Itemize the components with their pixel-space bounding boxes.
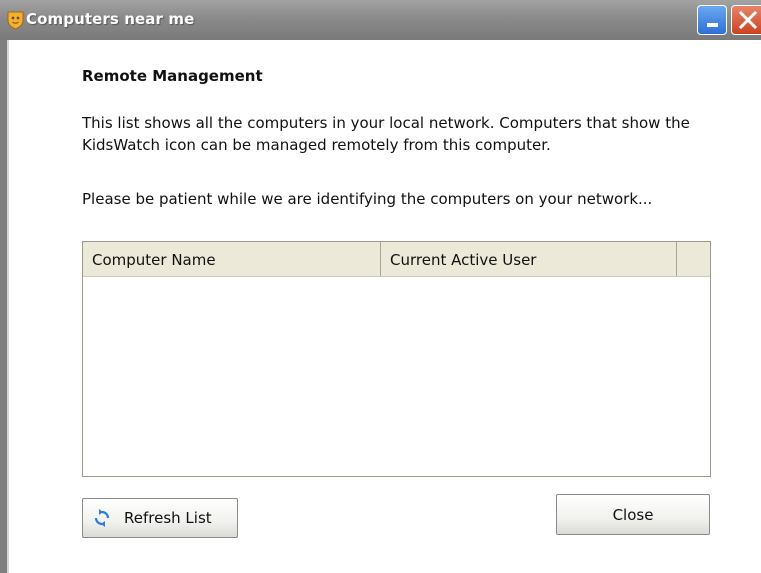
title-bar[interactable]: Computers near me [0, 0, 761, 40]
refresh-list-button[interactable]: Refresh List [82, 498, 238, 538]
window-frame-left-edge [7, 40, 9, 573]
close-button[interactable]: Close [556, 494, 710, 535]
column-header-computer-name[interactable]: Computer Name [83, 242, 381, 276]
list-header: Computer Name Current Active User [83, 242, 710, 277]
close-icon [739, 11, 757, 29]
refresh-list-label: Refresh List [124, 509, 212, 527]
close-window-button[interactable] [731, 5, 761, 35]
description-text: This list shows all the computers in you… [82, 114, 690, 154]
kidswatch-shield-icon [7, 11, 24, 30]
list-body[interactable] [83, 277, 710, 476]
section-heading: Remote Management [82, 67, 263, 85]
status-message: Please be patient while we are identifyi… [82, 190, 653, 208]
refresh-icon [94, 509, 110, 527]
column-header-current-active-user[interactable]: Current Active User [381, 242, 677, 276]
minimize-icon [707, 23, 718, 27]
computers-near-me-window: Computers near me Remote Management This… [0, 0, 761, 573]
window-title: Computers near me [26, 10, 195, 28]
minimize-button[interactable] [697, 5, 727, 35]
computer-list[interactable]: Computer Name Current Active User [82, 241, 711, 477]
